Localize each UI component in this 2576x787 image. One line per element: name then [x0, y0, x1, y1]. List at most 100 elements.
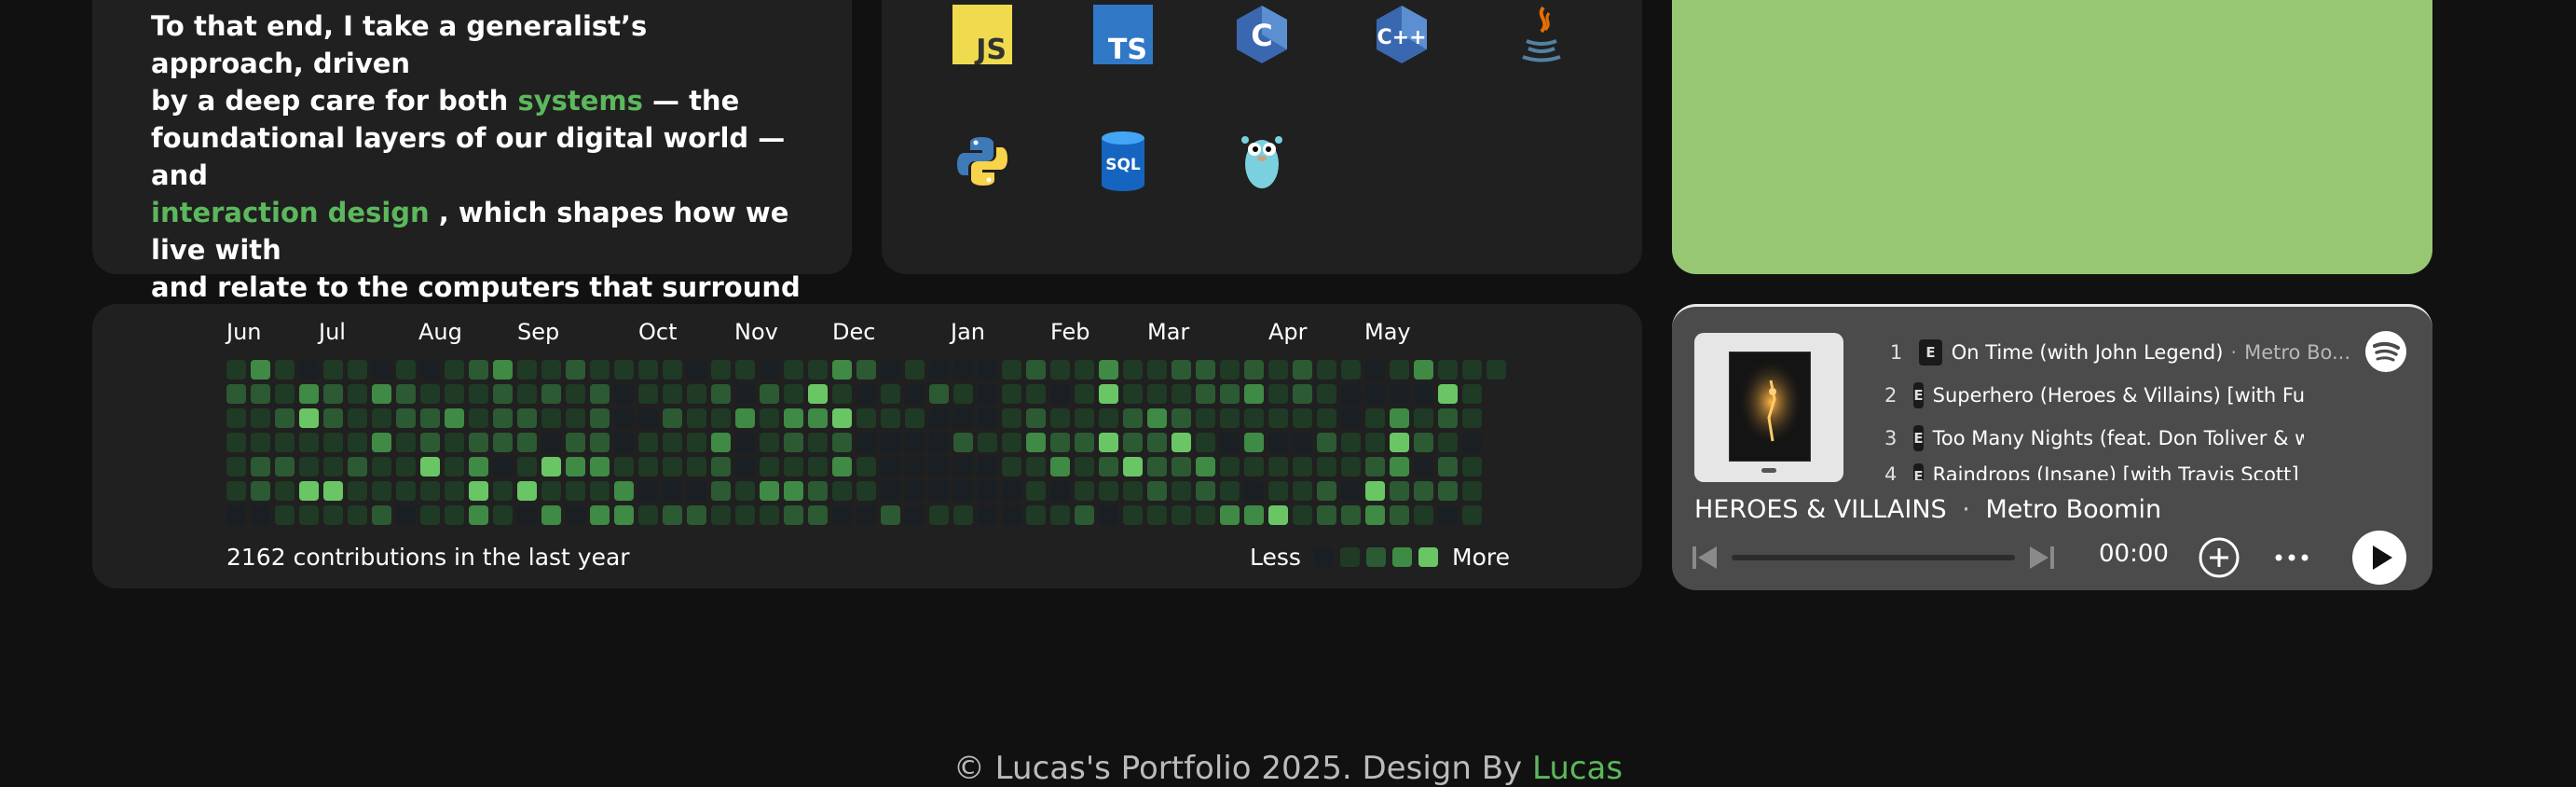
contribution-cell[interactable] [978, 505, 997, 525]
contribution-cell[interactable] [493, 481, 513, 501]
contribution-cell[interactable] [1317, 408, 1336, 428]
contribution-cell[interactable] [372, 457, 391, 476]
contribution-cell[interactable] [760, 433, 779, 452]
contribution-cell[interactable] [711, 457, 731, 476]
contribution-cell[interactable] [1050, 408, 1070, 428]
contribution-cell[interactable] [348, 433, 367, 452]
contribution-cell[interactable] [1172, 457, 1191, 476]
contribution-cell[interactable] [1438, 457, 1458, 476]
contribution-cell[interactable] [299, 408, 319, 428]
track-row[interactable]: 2 E Superhero (Heroes & Villains) [with Fu… [1884, 380, 2304, 411]
contribution-cell[interactable] [881, 408, 900, 428]
contribution-cell[interactable] [1462, 360, 1482, 380]
contribution-cell[interactable] [1002, 481, 1021, 501]
contribution-cell[interactable] [735, 384, 755, 404]
contribution-cell[interactable] [226, 408, 246, 428]
contribution-cell[interactable] [566, 457, 585, 476]
contribution-cell[interactable] [348, 481, 367, 501]
contribution-cell[interactable] [396, 433, 416, 452]
contribution-cell[interactable] [590, 433, 610, 452]
contribution-cell[interactable] [687, 408, 706, 428]
contribution-cell[interactable] [638, 360, 658, 380]
contribution-cell[interactable] [1172, 408, 1191, 428]
contribution-cell[interactable] [445, 408, 464, 428]
contribution-cell[interactable] [1438, 505, 1458, 525]
contribution-cell[interactable] [420, 433, 440, 452]
contribution-cell[interactable] [953, 360, 973, 380]
contribution-cell[interactable] [275, 481, 295, 501]
contribution-cell[interactable] [1123, 481, 1143, 501]
contribution-cell[interactable] [1414, 481, 1433, 501]
contribution-cell[interactable] [760, 457, 779, 476]
contribution-cell[interactable] [1123, 408, 1143, 428]
contribution-cell[interactable] [1002, 384, 1021, 404]
skip-forward-icon[interactable] [2026, 542, 2058, 573]
contribution-cell[interactable] [929, 457, 949, 476]
contribution-cell[interactable] [1172, 505, 1191, 525]
contribution-cell[interactable] [760, 481, 779, 501]
contribution-cell[interactable] [808, 457, 828, 476]
contribution-cell[interactable] [784, 433, 803, 452]
contribution-cell[interactable] [784, 481, 803, 501]
contribution-cell[interactable] [348, 360, 367, 380]
contribution-cell[interactable] [445, 384, 464, 404]
contribution-cell[interactable] [1414, 433, 1433, 452]
contribution-cell[interactable] [905, 433, 925, 452]
contribution-cell[interactable] [1099, 433, 1118, 452]
contribution-cell[interactable] [832, 481, 852, 501]
contribution-cell[interactable] [832, 457, 852, 476]
contribution-cell[interactable] [1244, 433, 1264, 452]
contribution-cell[interactable] [1293, 505, 1312, 525]
contribution-cell[interactable] [299, 360, 319, 380]
contribution-cell[interactable] [299, 505, 319, 525]
contribution-cell[interactable] [905, 360, 925, 380]
contribution-cell[interactable] [469, 360, 488, 380]
contribution-cell[interactable] [1220, 505, 1240, 525]
contribution-cell[interactable] [687, 360, 706, 380]
contribution-cell[interactable] [1438, 481, 1458, 501]
contribution-cell[interactable] [251, 408, 270, 428]
contribution-cell[interactable] [735, 360, 755, 380]
contribution-cell[interactable] [1075, 505, 1094, 525]
contribution-cell[interactable] [1220, 433, 1240, 452]
contribution-cell[interactable] [299, 433, 319, 452]
contribution-cell[interactable] [396, 408, 416, 428]
contribution-cell[interactable] [323, 408, 343, 428]
contribution-cell[interactable] [493, 505, 513, 525]
contribution-cell[interactable] [1438, 433, 1458, 452]
contribution-cell[interactable] [784, 408, 803, 428]
contribution-cell[interactable] [469, 408, 488, 428]
contribution-cell[interactable] [663, 457, 682, 476]
contribution-cell[interactable] [1075, 384, 1094, 404]
contribution-cell[interactable] [1026, 433, 1046, 452]
contribution-cell[interactable] [541, 457, 561, 476]
contribution-cell[interactable] [1365, 457, 1385, 476]
contribution-cell[interactable] [832, 360, 852, 380]
contribution-cell[interactable] [1268, 408, 1288, 428]
contribution-cell[interactable] [1147, 433, 1167, 452]
contribution-cell[interactable] [566, 408, 585, 428]
contribution-cell[interactable] [1050, 384, 1070, 404]
contribution-cell[interactable] [929, 505, 949, 525]
contribution-cell[interactable] [566, 384, 585, 404]
contribution-cell[interactable] [1293, 360, 1312, 380]
contribution-cell[interactable] [226, 481, 246, 501]
contribution-cell[interactable] [251, 360, 270, 380]
contribution-cell[interactable] [323, 433, 343, 452]
contribution-cell[interactable] [372, 408, 391, 428]
contribution-cell[interactable] [1196, 505, 1215, 525]
contribution-cell[interactable] [1317, 360, 1336, 380]
contribution-cell[interactable] [469, 505, 488, 525]
contribution-cell[interactable] [469, 384, 488, 404]
contribution-cell[interactable] [1147, 384, 1167, 404]
contribution-cell[interactable] [517, 433, 537, 452]
contribution-cell[interactable] [517, 505, 537, 525]
contribution-cell[interactable] [396, 360, 416, 380]
contribution-cell[interactable] [445, 433, 464, 452]
contribution-cell[interactable] [251, 457, 270, 476]
contribution-cell[interactable] [420, 360, 440, 380]
contribution-cell[interactable] [881, 360, 900, 380]
contribution-cell[interactable] [445, 481, 464, 501]
contribution-cell[interactable] [1123, 360, 1143, 380]
contribution-cell[interactable] [1172, 481, 1191, 501]
